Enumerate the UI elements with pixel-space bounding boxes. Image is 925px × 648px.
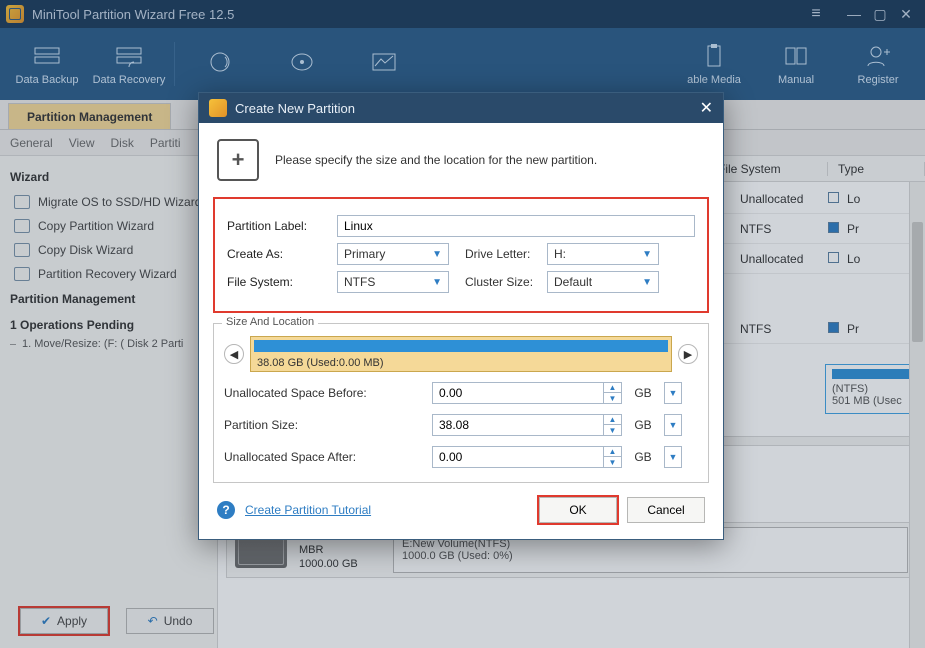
- chevron-down-icon: ▼: [432, 277, 442, 288]
- drive-letter-select[interactable]: H: ▼: [547, 243, 659, 265]
- slider-fill: [254, 340, 668, 352]
- tutorial-link[interactable]: Create Partition Tutorial: [245, 503, 371, 517]
- drive-letter-label: Drive Letter:: [457, 247, 539, 261]
- partition-size-label: Partition Size:: [224, 418, 424, 432]
- spin-up-icon[interactable]: ▲: [603, 447, 621, 457]
- dialog-hint: Please specify the size and the location…: [275, 153, 597, 167]
- filesystem-value: NTFS: [344, 275, 375, 289]
- unit-select[interactable]: ▼: [664, 414, 682, 436]
- partition-size-field[interactable]: [433, 418, 603, 432]
- unit-label: GB: [630, 418, 656, 432]
- space-after-input[interactable]: ▲▼: [432, 446, 622, 468]
- spin-down-icon[interactable]: ▼: [603, 425, 621, 435]
- space-after-field[interactable]: [433, 450, 603, 464]
- slider-left-button[interactable]: ◀: [224, 344, 244, 364]
- cluster-select[interactable]: Default ▼: [547, 271, 659, 293]
- create-as-label: Create As:: [227, 247, 329, 261]
- partition-label-label: Partition Label:: [227, 219, 329, 233]
- chevron-down-icon: ▼: [642, 249, 652, 260]
- dialog-close-icon[interactable]: ✕: [700, 98, 713, 118]
- unit-label: GB: [630, 450, 656, 464]
- plus-box-icon: +: [217, 139, 259, 181]
- slider-right-button[interactable]: ▶: [678, 344, 698, 364]
- create-as-value: Primary: [344, 247, 385, 261]
- slider-text: 38.08 GB (Used:0.00 MB): [251, 355, 671, 371]
- chevron-down-icon: ▼: [432, 249, 442, 260]
- unit-select[interactable]: ▼: [664, 446, 682, 468]
- help-icon[interactable]: ?: [217, 501, 235, 519]
- drive-letter-value: H:: [554, 247, 566, 261]
- spin-down-icon[interactable]: ▼: [603, 457, 621, 467]
- space-after-label: Unallocated Space After:: [224, 450, 424, 464]
- create-partition-dialog: Create New Partition ✕ + Please specify …: [198, 92, 724, 540]
- spin-up-icon[interactable]: ▲: [603, 383, 621, 393]
- partition-size-slider[interactable]: 38.08 GB (Used:0.00 MB): [250, 336, 672, 372]
- cluster-label: Cluster Size:: [457, 275, 539, 289]
- spin-up-icon[interactable]: ▲: [603, 415, 621, 425]
- filesystem-label: File System:: [227, 275, 329, 289]
- size-location-box: Size And Location ◀ 38.08 GB (Used:0.00 …: [213, 323, 709, 483]
- ok-button[interactable]: OK: [539, 497, 617, 523]
- create-as-select[interactable]: Primary ▼: [337, 243, 449, 265]
- partition-size-input[interactable]: ▲▼: [432, 414, 622, 436]
- unit-label: GB: [630, 386, 656, 400]
- cancel-button[interactable]: Cancel: [627, 497, 705, 523]
- space-before-field[interactable]: [433, 386, 603, 400]
- dialog-title: Create New Partition: [235, 101, 355, 116]
- space-before-label: Unallocated Space Before:: [224, 386, 424, 400]
- cluster-value: Default: [554, 275, 592, 289]
- space-before-input[interactable]: ▲▼: [432, 382, 622, 404]
- partition-label-input[interactable]: [337, 215, 695, 237]
- partition-form: Partition Label: Create As: Primary ▼ Dri…: [213, 197, 709, 313]
- dialog-logo: [209, 99, 227, 117]
- chevron-down-icon: ▼: [642, 277, 652, 288]
- filesystem-select[interactable]: NTFS ▼: [337, 271, 449, 293]
- unit-select[interactable]: ▼: [664, 382, 682, 404]
- size-location-legend: Size And Location: [222, 316, 318, 328]
- spin-down-icon[interactable]: ▼: [603, 393, 621, 403]
